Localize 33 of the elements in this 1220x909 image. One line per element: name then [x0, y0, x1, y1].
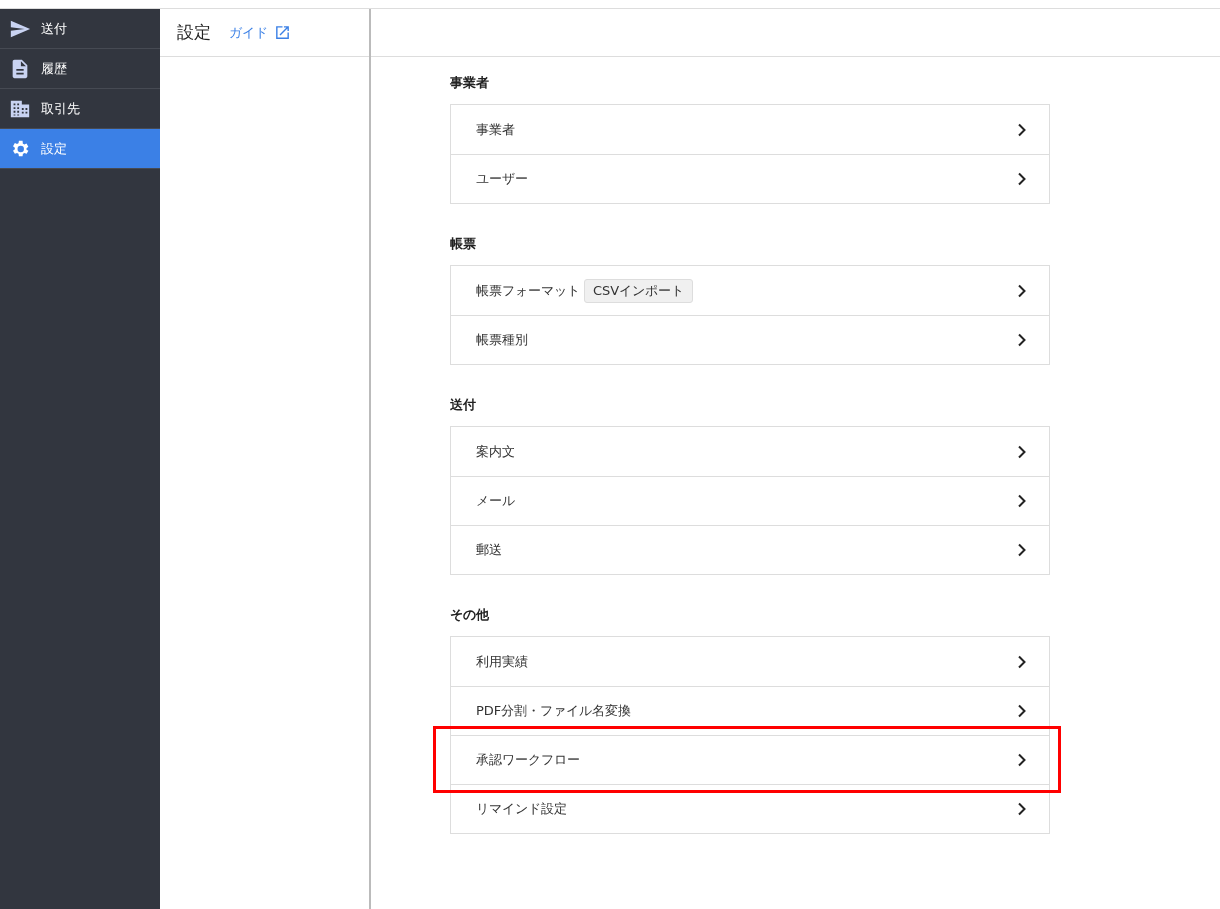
row-label: 事業者 — [476, 120, 515, 139]
section-heading: 帳票 — [450, 235, 477, 253]
row-label: 承認ワークフロー — [476, 751, 580, 769]
section-heading: その他 — [450, 606, 490, 624]
settings-row[interactable]: 事業者 — [451, 105, 1049, 154]
settings-row[interactable]: リマインド設定 — [451, 784, 1049, 833]
row-label: PDF分割・ファイル名変換 — [476, 702, 632, 720]
guide-link[interactable]: ガイド — [229, 23, 291, 42]
settings-row[interactable]: 承認ワークフロー — [451, 735, 1049, 784]
row-label: リマインド設定 — [476, 800, 567, 818]
row-label: メール — [476, 492, 515, 510]
row-label: 帳票種別 — [476, 331, 528, 349]
settings-row[interactable]: 帳票フォーマット CSVインポート — [451, 266, 1049, 315]
settings-row[interactable]: PDF分割・ファイル名変換 — [451, 686, 1049, 735]
settings-row[interactable]: メール — [451, 476, 1049, 525]
section-heading: 送付 — [450, 396, 477, 414]
section-heading: 事業者 — [450, 74, 490, 92]
tag-label: CSVインポート — [584, 278, 694, 303]
sidebar-item[interactable]: 設定 — [0, 129, 160, 169]
sidebar-item[interactable]: 履歴 — [0, 49, 160, 89]
sidebar-item[interactable]: 送付 — [0, 9, 160, 49]
row-label: ユーザー — [476, 170, 528, 188]
row-label: 郵送 — [476, 541, 502, 559]
settings-row[interactable]: ユーザー — [451, 154, 1049, 203]
row-label: 帳票フォーマット — [476, 281, 580, 300]
settings-row[interactable]: 案内文 — [451, 427, 1049, 476]
settings-row[interactable]: 帳票種別 — [451, 315, 1049, 364]
settings-row[interactable]: 郵送 — [451, 525, 1049, 574]
row-label: 案内文 — [476, 442, 515, 461]
external-link-icon — [274, 24, 291, 41]
page-title: 設定 — [177, 21, 211, 44]
row-label: 利用実績 — [476, 652, 528, 671]
settings-row[interactable]: 利用実績 — [451, 637, 1049, 686]
